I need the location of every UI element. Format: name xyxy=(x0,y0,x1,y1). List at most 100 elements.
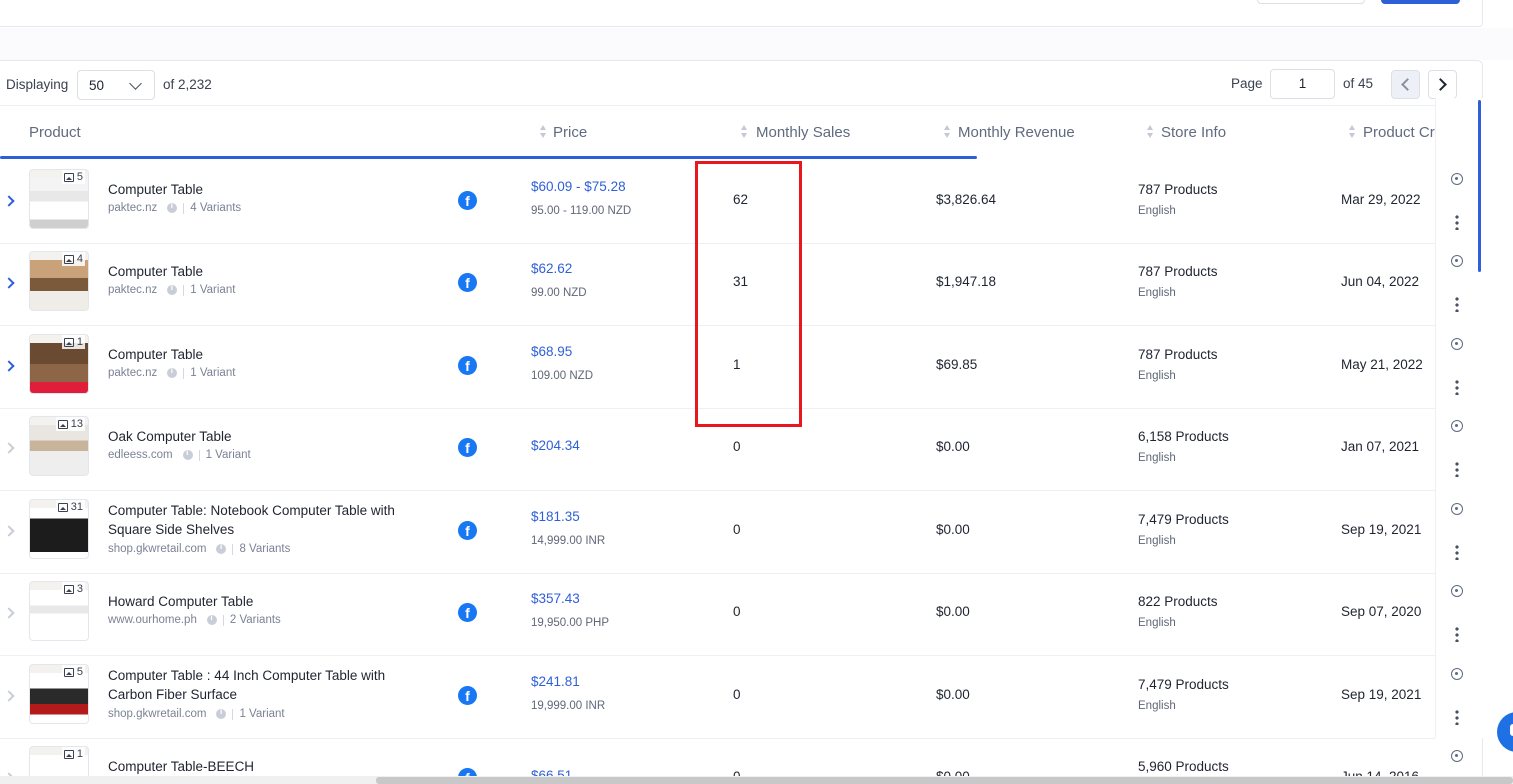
page-number-input[interactable]: 1 xyxy=(1270,69,1335,99)
product-thumbnail[interactable]: 31 xyxy=(29,499,89,559)
track-target-icon[interactable] xyxy=(1451,338,1463,350)
facebook-icon[interactable]: f xyxy=(458,356,477,375)
product-name[interactable]: Computer Table xyxy=(108,262,408,281)
expand-row-icon[interactable] xyxy=(3,690,15,702)
sort-icon[interactable] xyxy=(540,125,547,141)
store-domain[interactable]: edleess.com xyxy=(108,449,173,461)
price-local: 109.00 NZD xyxy=(531,370,594,382)
image-icon xyxy=(63,584,74,594)
product-thumbnail[interactable]: 4 xyxy=(29,251,89,311)
sort-icon[interactable] xyxy=(1147,125,1154,141)
info-icon[interactable] xyxy=(167,366,178,378)
expand-row-icon[interactable] xyxy=(3,442,15,454)
sort-icon[interactable] xyxy=(944,125,951,141)
image-count-badge: 4 xyxy=(61,252,85,266)
store-domain[interactable]: paktec.nz xyxy=(108,284,157,296)
product-name[interactable]: Computer Table xyxy=(108,345,408,364)
image-count: 1 xyxy=(76,748,83,760)
track-target-icon[interactable] xyxy=(1451,585,1463,597)
expand-row-icon[interactable] xyxy=(3,525,15,537)
more-options-icon[interactable] xyxy=(1455,626,1459,642)
track-target-icon[interactable] xyxy=(1451,503,1463,515)
facebook-icon[interactable]: f xyxy=(458,273,477,292)
facebook-icon[interactable]: f xyxy=(458,603,477,622)
price-usd: $68.95 xyxy=(531,344,573,359)
more-options-icon[interactable] xyxy=(1455,379,1459,395)
vertical-scrollbar[interactable] xyxy=(1478,100,1481,272)
chat-widget-button[interactable] xyxy=(1497,712,1513,752)
horizontal-scrollbar-thumb[interactable] xyxy=(376,777,1513,784)
product-image xyxy=(30,673,88,723)
more-options-icon[interactable] xyxy=(1455,544,1459,560)
image-count: 5 xyxy=(76,171,83,183)
table-row[interactable]: 31 Computer Table: Notebook Computer Tab… xyxy=(0,491,1435,574)
store-language: English xyxy=(1138,700,1176,712)
product-thumbnail[interactable]: 5 xyxy=(29,169,89,229)
product-name[interactable]: Oak Computer Table xyxy=(108,427,408,446)
chevron-right-icon xyxy=(1434,78,1447,91)
table-row[interactable]: 5 Computer Table : 44 Inch Computer Tabl… xyxy=(0,656,1435,739)
info-icon[interactable] xyxy=(182,448,193,460)
column-header-store-info[interactable]: Store Info xyxy=(1161,124,1226,141)
more-options-icon[interactable] xyxy=(1455,214,1459,230)
price-usd: $181.35 xyxy=(531,509,580,524)
product-thumbnail[interactable]: 13 xyxy=(29,416,89,476)
facebook-icon[interactable]: f xyxy=(458,686,477,705)
track-target-icon[interactable] xyxy=(1451,173,1463,185)
store-domain[interactable]: shop.gkwretail.com xyxy=(108,543,206,555)
product-image xyxy=(30,508,88,558)
info-icon[interactable] xyxy=(206,613,217,625)
product-thumbnail[interactable]: 3 xyxy=(29,581,89,641)
facebook-icon[interactable]: f xyxy=(458,521,477,540)
image-icon xyxy=(63,749,74,759)
track-target-icon[interactable] xyxy=(1451,750,1463,762)
info-icon[interactable] xyxy=(216,542,227,554)
variant-count: 4 Variants xyxy=(190,202,242,214)
next-page-button[interactable] xyxy=(1428,70,1457,99)
more-options-icon[interactable] xyxy=(1455,296,1459,312)
page-size-select[interactable]: 50 xyxy=(77,70,155,100)
product-name[interactable]: Computer Table xyxy=(108,180,408,199)
more-options-icon[interactable] xyxy=(1455,461,1459,477)
column-header-product[interactable]: Product xyxy=(29,124,81,141)
product-image xyxy=(30,425,88,475)
store-domain[interactable]: paktec.nz xyxy=(108,367,157,379)
secondary-button[interactable] xyxy=(1257,0,1365,4)
expand-row-icon[interactable] xyxy=(3,277,15,289)
store-domain[interactable]: paktec.nz xyxy=(108,202,157,214)
column-header-monthly-revenue[interactable]: Monthly Revenue xyxy=(958,124,1075,141)
store-language: English xyxy=(1138,370,1176,382)
facebook-icon[interactable]: f xyxy=(458,191,477,210)
price-usd: $357.43 xyxy=(531,591,580,606)
sort-icon[interactable] xyxy=(1349,125,1356,141)
prev-page-button[interactable] xyxy=(1391,70,1420,99)
track-target-icon[interactable] xyxy=(1451,255,1463,267)
column-header-price[interactable]: Price xyxy=(553,124,587,141)
store-language: English xyxy=(1138,287,1176,299)
column-header-monthly-sales[interactable]: Monthly Sales xyxy=(756,124,850,141)
track-target-icon[interactable] xyxy=(1451,668,1463,680)
product-name[interactable]: Computer Table : 44 Inch Computer Table … xyxy=(108,666,408,704)
expand-row-icon[interactable] xyxy=(3,195,15,207)
primary-button[interactable] xyxy=(1381,0,1460,4)
table-row[interactable]: 3 Howard Computer Table www.ourhome.ph 2… xyxy=(0,573,1435,656)
store-domain[interactable]: shop.gkwretail.com xyxy=(108,708,206,720)
divider xyxy=(198,449,200,461)
expand-row-icon[interactable] xyxy=(3,607,15,619)
sort-icon[interactable] xyxy=(741,125,748,141)
product-thumbnail[interactable]: 1 xyxy=(29,334,89,394)
variant-count: 1 Variant xyxy=(190,284,236,296)
info-icon[interactable] xyxy=(167,283,178,295)
track-target-icon[interactable] xyxy=(1451,420,1463,432)
image-icon xyxy=(63,254,74,264)
info-icon[interactable] xyxy=(167,201,178,213)
product-name[interactable]: Howard Computer Table xyxy=(108,592,408,611)
product-name[interactable]: Computer Table-BEECH xyxy=(108,757,408,776)
facebook-icon[interactable]: f xyxy=(458,438,477,457)
expand-row-icon[interactable] xyxy=(3,360,15,372)
info-icon[interactable] xyxy=(216,707,227,719)
store-domain[interactable]: www.ourhome.ph xyxy=(108,614,197,626)
more-options-icon[interactable] xyxy=(1455,709,1459,725)
product-thumbnail[interactable]: 5 xyxy=(29,664,89,724)
product-name[interactable]: Computer Table: Notebook Computer Table … xyxy=(108,501,408,539)
